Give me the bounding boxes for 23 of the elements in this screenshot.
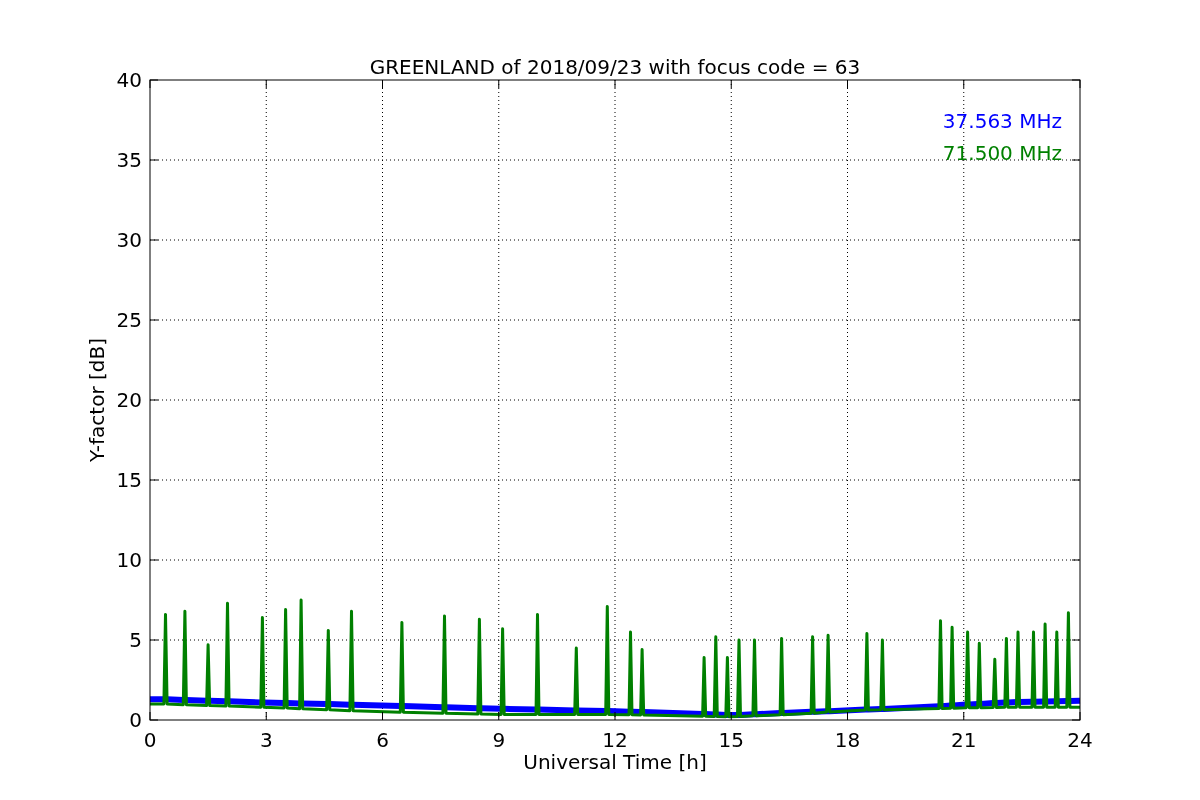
legend-label: 37.563 MHz — [942, 109, 1062, 133]
tick-label: 15 — [116, 468, 142, 492]
tick-label: 5 — [129, 628, 142, 652]
tick-label: 18 — [834, 728, 861, 752]
tick-label: 24 — [1067, 728, 1093, 752]
x-axis-label: Universal Time [h] — [523, 750, 707, 774]
tick-label: 25 — [116, 308, 142, 332]
tick-label: 6 — [376, 728, 389, 752]
tick-label: 20 — [116, 388, 142, 412]
tick-label: 10 — [116, 548, 142, 572]
tick-label: 9 — [492, 728, 506, 752]
legend-label: 71.500 MHz — [942, 141, 1062, 165]
tick-label: 12 — [602, 728, 628, 752]
tick-label: 0 — [129, 708, 142, 732]
chart-title: GREENLAND of 2018/09/23 with focus code = 63 — [369, 55, 861, 79]
tick-label: 35 — [116, 148, 142, 172]
tick-label: 15 — [718, 728, 744, 752]
tick-label: 0 — [143, 728, 157, 752]
tick-label: 21 — [951, 728, 977, 752]
tick-label: 40 — [116, 68, 142, 92]
tick-label: 3 — [259, 728, 273, 752]
y-axis-label: Y-factor [dB] — [85, 338, 109, 462]
tick-label: 30 — [116, 228, 142, 252]
